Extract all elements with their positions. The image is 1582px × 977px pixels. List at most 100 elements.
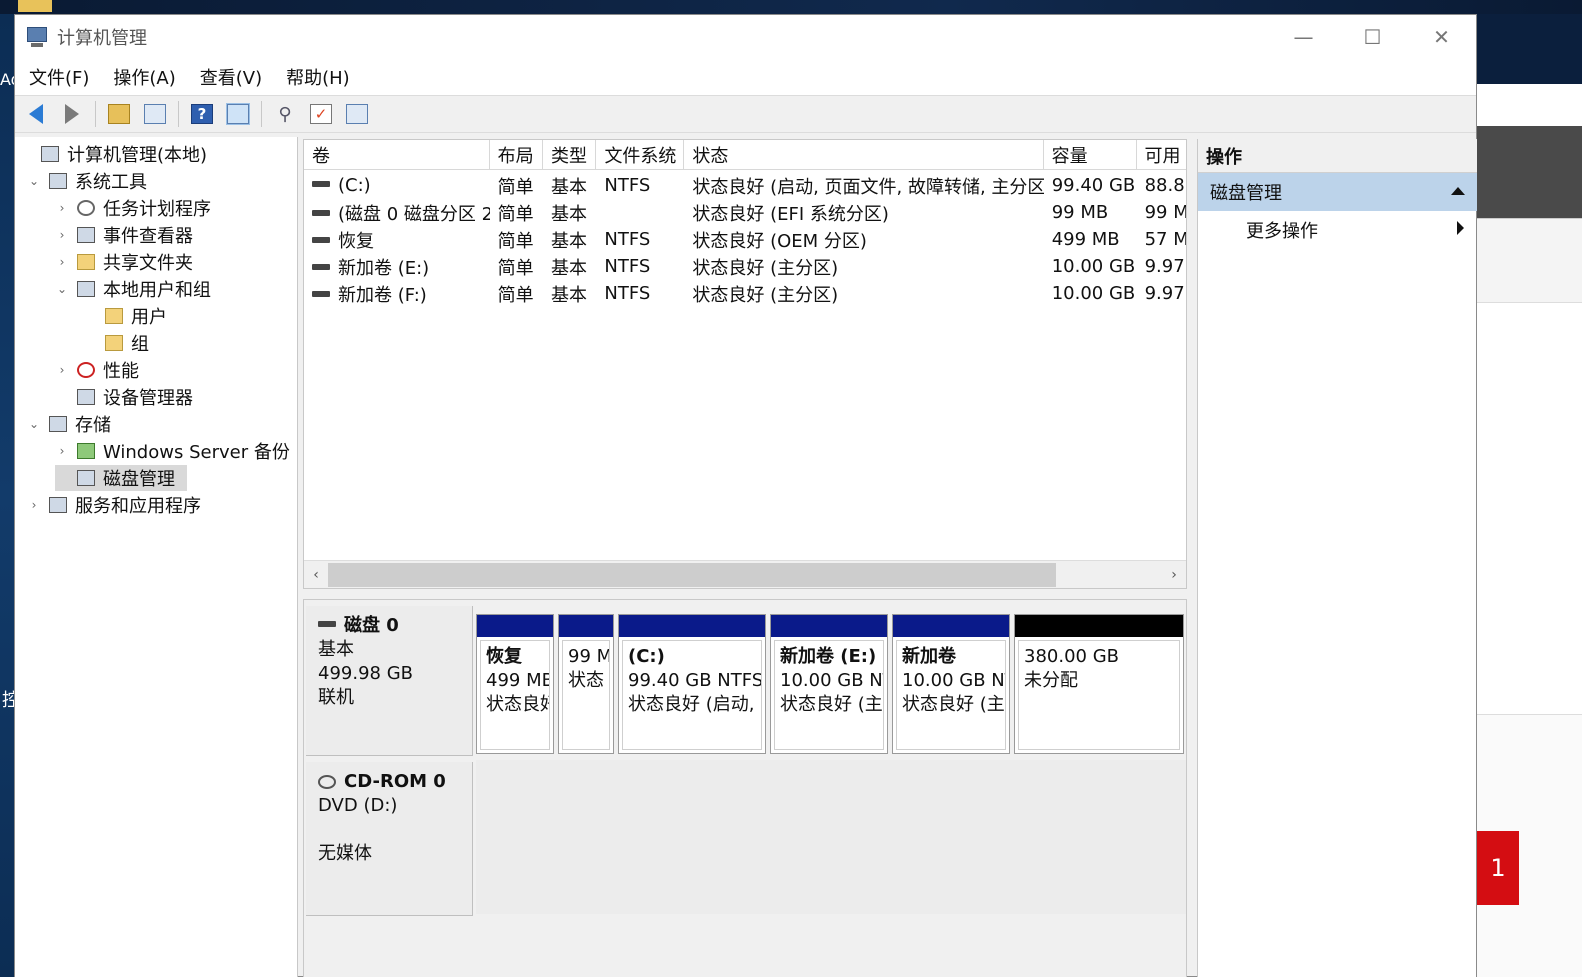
partition-band — [893, 615, 1009, 637]
back-arrow-icon — [29, 104, 43, 124]
scroll-right-icon[interactable]: › — [1162, 567, 1186, 583]
menu-help[interactable]: 帮助(H) — [286, 64, 350, 90]
volume-layout: 简单 — [497, 284, 534, 306]
menu-file[interactable]: 文件(F) — [29, 64, 89, 90]
volume-row[interactable]: (C:) 简单 基本 NTFS 状态良好 (启动, 页面文件, 故障转储, 主分… — [304, 172, 1186, 199]
partition-status: 状态良好 (启动, 页 — [628, 694, 761, 715]
volume-capacity: 10.00 GB — [1051, 283, 1136, 304]
column-header-status[interactable]: 状态 — [684, 140, 1044, 169]
tree-item-shared-folders[interactable]: › 共享文件夹 — [55, 249, 193, 275]
partition-size: 10.00 GB NTFS — [902, 670, 1005, 691]
tree-item-disk-management[interactable]: 磁盘管理 — [55, 465, 187, 491]
volume-layout: 简单 — [497, 230, 534, 252]
disk-0-label[interactable]: 磁盘 0 基本 499.98 GB 联机 — [306, 606, 473, 756]
partition-size: 499 MB — [486, 670, 550, 691]
tree-item-computer-management[interactable]: 计算机管理(本地) — [19, 141, 207, 167]
column-header-capacity[interactable]: 容量 — [1044, 140, 1137, 169]
tree-item-device-manager[interactable]: 设备管理器 — [55, 384, 193, 410]
window-title: 计算机管理 — [57, 28, 147, 49]
partition-status: 未分配 — [1024, 670, 1078, 691]
close-button[interactable]: ✕ — [1407, 15, 1476, 59]
tree-item-event-viewer[interactable]: › 事件查看器 — [55, 222, 193, 248]
chevron-right-icon: › — [59, 201, 65, 215]
column-header-filesystem[interactable]: 文件系统 — [596, 140, 685, 169]
column-header-layout[interactable]: 布局 — [490, 140, 544, 169]
chevron-right-icon: › — [59, 255, 65, 269]
column-header-type[interactable]: 类型 — [543, 140, 597, 169]
volume-capacity: 10.00 GB — [1051, 256, 1136, 277]
tree-item-services-applications[interactable]: › 服务和应用程序 — [27, 492, 201, 518]
toolbar-separator — [261, 101, 262, 127]
partition-e[interactable]: 新加卷 (E:) 10.00 GB NTFS 状态良好 (主 — [770, 614, 888, 754]
desktop-top-strip — [0, 0, 1582, 14]
show-action-pane-button[interactable] — [223, 100, 253, 128]
background-window-panel — [1477, 218, 1582, 302]
tree-item-groups[interactable]: 组 — [83, 330, 149, 356]
up-folder-icon — [108, 104, 130, 124]
partition-status: 状态 — [568, 670, 604, 691]
minimize-button[interactable]: — — [1269, 15, 1338, 59]
menu-view[interactable]: 查看(V) — [200, 64, 262, 90]
volume-row[interactable]: (磁盘 0 磁盘分区 2) 简单 基本 状态良好 (EFI 系统分区) 99 M… — [304, 199, 1186, 226]
tree-item-task-scheduler[interactable]: › 任务计划程序 — [55, 195, 211, 221]
volume-filesystem: NTFS — [604, 229, 651, 250]
console-tree: 计算机管理(本地) ⌄ 系统工具 › 任务计划程序 › 事件查看器 › 共享文件… — [15, 137, 298, 977]
event-viewer-icon — [75, 225, 97, 245]
forward-button[interactable] — [57, 100, 87, 128]
tree-item-label: 任务计划程序 — [103, 199, 211, 220]
more-actions-item[interactable]: 更多操作 — [1246, 217, 1318, 243]
scrollbar-track[interactable] — [328, 562, 1162, 587]
partition-status: 状态良好 — [486, 694, 549, 715]
connect-drive-button[interactable]: ⚲ — [270, 100, 300, 128]
partition-size: 99.40 GB NTFS — [628, 670, 762, 691]
tree-item-storage[interactable]: ⌄ 存储 — [27, 411, 111, 437]
check-button[interactable]: ✓ — [306, 100, 336, 128]
notification-badge[interactable]: 1 — [1477, 831, 1519, 905]
show-hide-tree-button[interactable] — [140, 100, 170, 128]
tree-item-users[interactable]: 用户 — [83, 303, 167, 329]
collapse-caret-icon[interactable] — [1451, 187, 1465, 195]
partition-c[interactable]: (C:) 99.40 GB NTFS 状态良好 (启动, 页 — [618, 614, 766, 754]
folder-icon — [103, 333, 125, 353]
volume-filesystem: NTFS — [604, 283, 651, 304]
cdrom-0-area[interactable] — [476, 760, 1186, 914]
volume-row[interactable]: 恢复 简单 基本 NTFS 状态良好 (OEM 分区) 499 MB 57 M — [304, 226, 1186, 253]
tree-item-windows-server-backup[interactable]: › Windows Server 备份 — [55, 438, 290, 464]
title-bar[interactable]: 计算机管理 — ☐ ✕ — [15, 15, 1476, 59]
tree-item-system-tools[interactable]: ⌄ 系统工具 — [27, 168, 147, 194]
tree-item-local-users-groups[interactable]: ⌄ 本地用户和组 — [55, 276, 211, 302]
column-header-volume[interactable]: 卷 — [304, 140, 490, 169]
volume-status: 状态良好 (主分区) — [692, 257, 839, 279]
volume-filesystem: NTFS — [604, 256, 651, 277]
volume-capacity: 99 MB — [1051, 202, 1109, 223]
partition-name: 新加卷 — [902, 646, 956, 667]
desktop-folder-icon[interactable] — [18, 0, 52, 12]
scrollbar-thumb[interactable] — [328, 562, 1056, 587]
horizontal-scrollbar[interactable]: ‹ › — [304, 560, 1186, 588]
computer-management-icon — [25, 25, 51, 49]
cdrom-0-label[interactable]: CD-ROM 0 DVD (D:) 无媒体 — [306, 762, 473, 916]
partition-recovery[interactable]: 恢复 499 MB 状态良好 — [476, 614, 554, 754]
partition-f[interactable]: 新加卷 10.00 GB NTFS 状态良好 (主 — [892, 614, 1010, 754]
partition-efi[interactable]: 99 MB 状态 — [558, 614, 614, 754]
volume-row[interactable]: 新加卷 (F:) 简单 基本 NTFS 状态良好 (主分区) 10.00 GB … — [304, 280, 1186, 307]
actions-section-disk-management[interactable]: 磁盘管理 — [1198, 173, 1477, 211]
scroll-left-icon[interactable]: ‹ — [304, 567, 328, 583]
up-folder-button[interactable] — [104, 100, 134, 128]
maximize-button[interactable]: ☐ — [1338, 15, 1407, 59]
volume-list: 卷 布局 类型 文件系统 状态 容量 可用 (C:) 简单 基本 NTFS 状态… — [303, 139, 1187, 589]
tools-icon — [47, 171, 69, 191]
column-header-free[interactable]: 可用 — [1137, 140, 1186, 169]
partition-unallocated[interactable]: 380.00 GB 未分配 — [1014, 614, 1184, 754]
disk-name: 磁盘 0 — [344, 615, 399, 636]
back-button[interactable] — [21, 100, 51, 128]
help-button[interactable]: ? — [187, 100, 217, 128]
cd-icon — [318, 775, 336, 789]
actions-pane: 操作 磁盘管理 更多操作 — [1197, 139, 1477, 977]
volume-free: 88.8 — [1144, 175, 1185, 196]
properties-button[interactable] — [342, 100, 372, 128]
menu-action[interactable]: 操作(A) — [113, 64, 175, 90]
volume-row[interactable]: 新加卷 (E:) 简单 基本 NTFS 状态良好 (主分区) 10.00 GB … — [304, 253, 1186, 280]
toolbar-separator — [178, 101, 179, 127]
tree-item-performance[interactable]: › 性能 — [55, 357, 139, 383]
